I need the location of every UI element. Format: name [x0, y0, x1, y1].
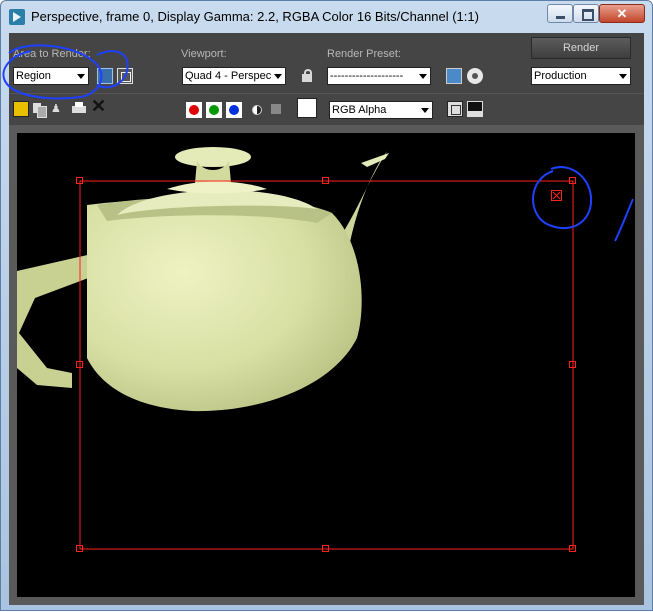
render-button[interactable]: Render [531, 37, 631, 59]
region-handle-top-right[interactable] [569, 177, 576, 184]
render-toolbar: Area to Render: Viewport: Render Preset:… [9, 33, 644, 125]
rendered-image-area[interactable] [17, 133, 635, 597]
rendered-teapot [17, 147, 574, 550]
half-circle-icon [252, 105, 262, 115]
region-handle-bottom-right[interactable] [569, 545, 576, 552]
region-handle-bottom[interactable] [322, 545, 329, 552]
green-channel-toggle[interactable] [206, 102, 222, 118]
region-handle-bottom-left[interactable] [76, 545, 83, 552]
area-to-render-value: Region [16, 70, 51, 82]
clone-window-icon[interactable]: ♟ [51, 101, 67, 117]
mono-channel-toggle[interactable] [249, 102, 265, 118]
viewport-dropdown[interactable]: Quad 4 - Perspec [182, 67, 286, 85]
render-mode-value: Production [534, 70, 587, 82]
toggle-ui-icon[interactable] [467, 101, 483, 117]
chevron-down-icon [419, 74, 427, 79]
environment-icon[interactable] [467, 68, 483, 84]
maximize-button[interactable] [573, 4, 599, 23]
render-frame-window: Perspective, frame 0, Display Gamma: 2.2… [0, 0, 653, 611]
toolbar-divider [9, 93, 644, 94]
blue-channel-toggle[interactable] [226, 102, 242, 118]
auto-region-icon[interactable] [117, 68, 133, 84]
region-handle-top-left[interactable] [76, 177, 83, 184]
clear-channel-icon[interactable] [271, 104, 281, 114]
window-title: Perspective, frame 0, Display Gamma: 2.2… [31, 9, 479, 24]
render-setup-icon[interactable] [446, 68, 462, 84]
copy-image-icon[interactable] [31, 101, 47, 118]
area-to-render-dropdown[interactable]: Region [13, 67, 89, 85]
viewport-label: Viewport: [181, 48, 227, 60]
title-bar[interactable]: Perspective, frame 0, Display Gamma: 2.2… [1, 1, 652, 33]
viewport-value: Quad 4 - Perspec [185, 70, 272, 82]
red-channel-toggle[interactable] [186, 102, 202, 118]
color-swatch[interactable] [297, 98, 317, 118]
region-handle-top[interactable] [322, 177, 329, 184]
app-icon [9, 9, 25, 25]
lock-icon[interactable] [299, 68, 315, 84]
render-preset-dropdown[interactable]: -------------------- [327, 67, 431, 85]
chevron-down-icon [77, 74, 85, 79]
chevron-down-icon [274, 74, 282, 79]
blue-dot-icon [229, 105, 239, 115]
display-channel-dropdown[interactable]: RGB Alpha [329, 101, 433, 119]
maximize-icon [582, 9, 594, 21]
region-handle-left[interactable] [76, 361, 83, 368]
red-dot-icon [189, 105, 199, 115]
region-handle-right[interactable] [569, 361, 576, 368]
clear-icon[interactable]: ✕ [91, 97, 107, 115]
save-image-icon[interactable] [13, 101, 29, 117]
close-button[interactable]: ✕ [599, 4, 645, 23]
render-preset-label: Render Preset: [327, 48, 401, 60]
edit-region-icon[interactable] [97, 68, 113, 84]
toggle-ui-overlay-icon[interactable] [447, 101, 463, 117]
render-preset-value: -------------------- [330, 70, 404, 82]
print-icon[interactable] [71, 101, 87, 117]
minimize-icon [556, 16, 565, 19]
region-accept-icon[interactable] [551, 190, 562, 201]
display-channel-value: RGB Alpha [332, 104, 387, 116]
close-icon: ✕ [616, 6, 628, 21]
chevron-down-icon [421, 108, 429, 113]
minimize-button[interactable] [547, 4, 573, 23]
area-to-render-label: Area to Render: [13, 48, 91, 60]
green-dot-icon [209, 105, 219, 115]
render-mode-dropdown[interactable]: Production [531, 67, 631, 85]
chevron-down-icon [619, 74, 627, 79]
